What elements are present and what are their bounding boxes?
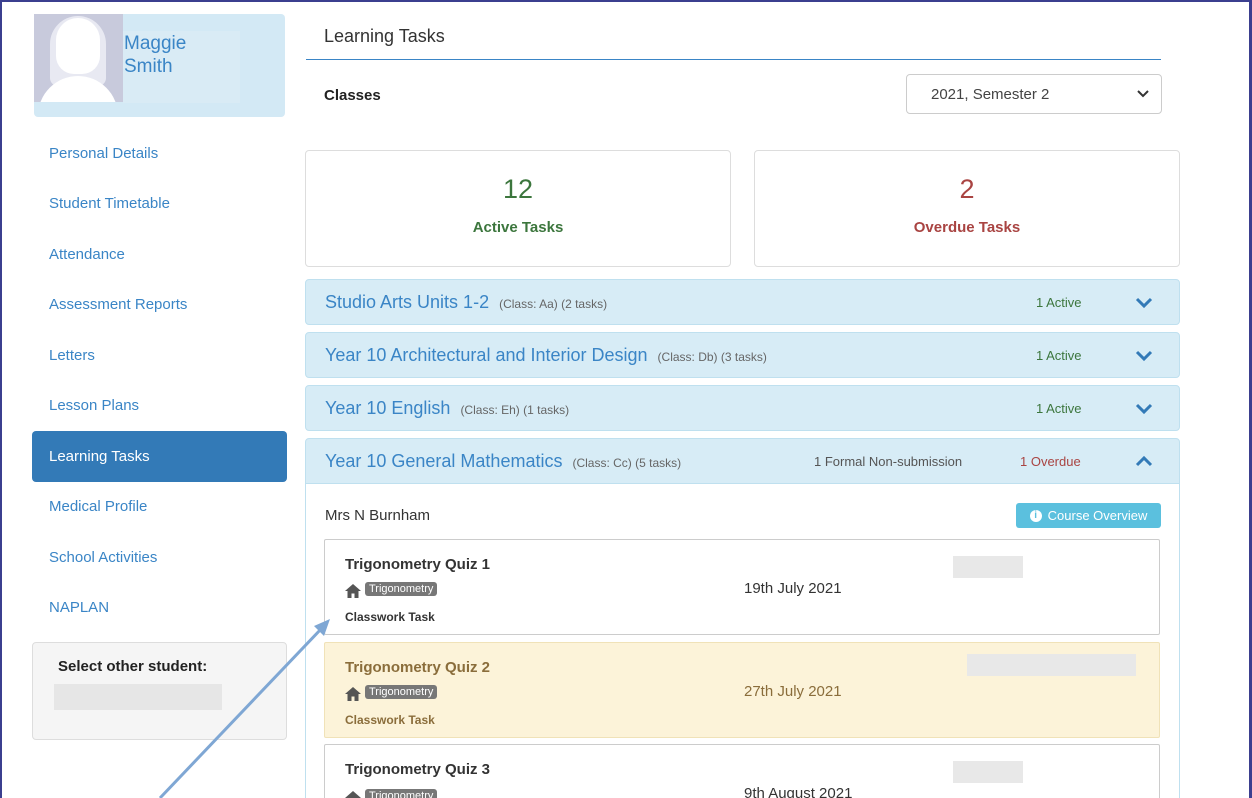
formal-non-submission-status: 1 Formal Non-submission — [814, 454, 963, 469]
active-tasks-card[interactable]: 12 Active Tasks — [305, 150, 731, 267]
task-name: Trigonometry Quiz 3 — [345, 761, 491, 778]
task-card-overdue[interactable]: Trigonometry Quiz 2 Trigonometry Classwo… — [324, 642, 1160, 738]
window-border-left — [0, 0, 2, 798]
active-tasks-count: 12 — [502, 174, 534, 204]
course-panel-english[interactable]: Year 10 English (Class: Eh) (1 tasks) 1 A… — [305, 385, 1180, 431]
course-status: 1 Active — [1036, 401, 1082, 416]
semester-select[interactable]: 2021, Semester 2 — [906, 74, 1162, 114]
home-icon — [345, 584, 361, 598]
chevron-down-icon[interactable] — [1134, 398, 1154, 418]
semester-select-value: 2021, Semester 2 — [931, 86, 1050, 103]
task-name: Trigonometry Quiz 1 — [345, 556, 491, 573]
select-other-student-panel: Select other student: — [32, 642, 287, 740]
task-card[interactable]: Trigonometry Quiz 3 Trigonometry 9th Aug… — [324, 744, 1160, 798]
redacted-field — [967, 654, 1136, 676]
select-other-student-label: Select other student: — [58, 658, 208, 675]
chevron-down-icon[interactable] — [1134, 292, 1154, 312]
topic-tag: Trigonometry — [365, 789, 438, 798]
course-name: Year 10 General Mathematics — [325, 451, 563, 471]
course-name: Year 10 Architectural and Interior Desig… — [325, 345, 648, 365]
overdue-tasks-label: Overdue Tasks — [913, 219, 1021, 236]
task-name: Trigonometry Quiz 2 — [345, 659, 491, 676]
course-name: Studio Arts Units 1-2 — [325, 292, 490, 312]
other-student-field[interactable] — [54, 684, 222, 710]
topic-tag: Trigonometry — [365, 582, 438, 596]
sidebar-item-personal-details[interactable]: Personal Details — [32, 128, 287, 179]
course-overview-button[interactable]: i Course Overview — [1016, 503, 1161, 528]
sidebar-item-school-activities[interactable]: School Activities — [32, 532, 287, 583]
page-title: Learning Tasks — [324, 26, 445, 46]
course-meta: (Class: Eh) (1 tasks) — [460, 403, 570, 417]
sidebar-nav: Personal Details Student Timetable Atten… — [32, 128, 287, 633]
course-name: Year 10 English — [325, 398, 451, 418]
course-panel-studio-arts[interactable]: Studio Arts Units 1-2 (Class: Aa) (2 task… — [305, 279, 1180, 325]
sidebar-item-learning-tasks[interactable]: Learning Tasks — [32, 431, 287, 482]
info-icon: i — [1029, 509, 1042, 522]
course-overview-label: Course Overview — [1047, 508, 1148, 523]
overdue-tasks-card[interactable]: 2 Overdue Tasks — [754, 150, 1180, 267]
sidebar-item-naplan[interactable]: NAPLAN — [32, 583, 287, 634]
task-type: Classwork Task — [345, 610, 435, 624]
overdue-tasks-count: 2 — [959, 174, 975, 204]
chevron-up-icon[interactable] — [1134, 451, 1154, 471]
student-first-name: Maggie — [124, 33, 187, 54]
course-status: 1 Active — [1036, 348, 1082, 363]
window-border-top — [0, 0, 1252, 2]
sidebar-item-assessment-reports[interactable]: Assessment Reports — [32, 280, 287, 331]
course-status: 1 Active — [1036, 295, 1082, 310]
sidebar-item-medical-profile[interactable]: Medical Profile — [32, 482, 287, 533]
course-meta: (Class: Aa) (2 tasks) — [499, 297, 608, 311]
task-due-date: 27th July 2021 — [744, 683, 842, 700]
sidebar-item-attendance[interactable]: Attendance — [32, 229, 287, 280]
student-name[interactable]: Maggie Smith — [124, 32, 234, 78]
home-icon — [345, 791, 361, 798]
sidebar-item-letters[interactable]: Letters — [32, 330, 287, 381]
avatar — [34, 14, 123, 102]
sidebar-item-lesson-plans[interactable]: Lesson Plans — [32, 381, 287, 432]
course-panel-general-mathematics[interactable]: Year 10 General Mathematics (Class: Cc) (… — [305, 438, 1180, 484]
title-divider — [306, 59, 1161, 60]
course-overdue-status: 1 Overdue — [1020, 454, 1081, 469]
task-type: Classwork Task — [345, 713, 435, 727]
topic-tag: Trigonometry — [365, 685, 438, 699]
course-panel-architectural-design[interactable]: Year 10 Architectural and Interior Desig… — [305, 332, 1180, 378]
teacher-name: Mrs N Burnham — [325, 507, 431, 524]
chevron-down-icon — [1137, 86, 1149, 103]
course-meta: (Class: Cc) (5 tasks) — [572, 456, 682, 470]
student-profile-card: Maggie Smith — [34, 14, 285, 117]
student-last-name: Smith — [124, 56, 173, 77]
classes-label: Classes — [324, 87, 381, 104]
chevron-down-icon[interactable] — [1134, 345, 1154, 365]
course-meta: (Class: Db) (3 tasks) — [657, 350, 767, 364]
redacted-field — [953, 556, 1023, 578]
redacted-field — [953, 761, 1023, 783]
task-due-date: 19th July 2021 — [744, 580, 842, 597]
sidebar-item-student-timetable[interactable]: Student Timetable — [32, 179, 287, 230]
active-tasks-label: Active Tasks — [472, 219, 564, 236]
task-due-date: 9th August 2021 — [744, 785, 853, 798]
task-card[interactable]: Trigonometry Quiz 1 Trigonometry Classwo… — [324, 539, 1160, 635]
home-icon — [345, 687, 361, 701]
